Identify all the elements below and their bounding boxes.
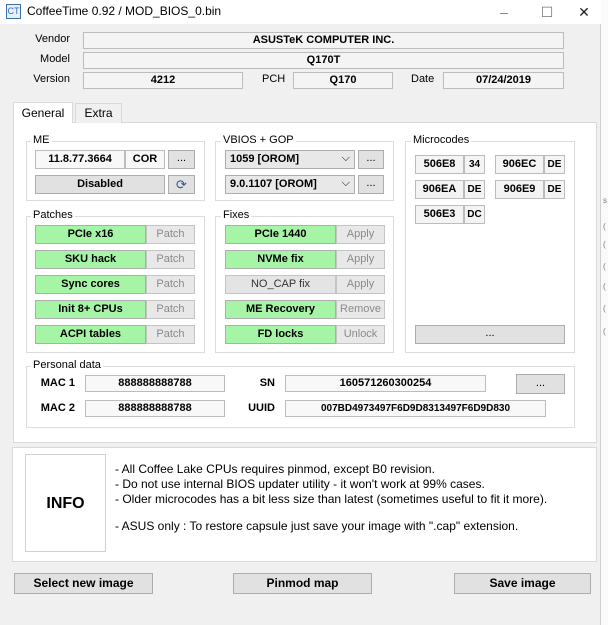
background-glyph: s <box>603 196 607 205</box>
background-glyph: ( <box>603 304 606 313</box>
model-label: Model <box>40 53 70 65</box>
patches-group-title: Patches <box>31 209 75 221</box>
fix-label: NO_CAP fix <box>225 275 336 294</box>
select-new-image-button[interactable]: Select new image <box>14 573 153 594</box>
personal-data-title: Personal data <box>31 359 103 371</box>
tab-general[interactable]: General <box>13 102 73 123</box>
gop-select-value: 9.0.1107 [OROM] <box>230 178 317 190</box>
microcode-id: 506E3 <box>415 205 464 224</box>
mac1-field[interactable]: 888888888788 <box>85 375 225 392</box>
chevron-down-icon: ⌵ <box>341 152 350 164</box>
date-label: Date <box>411 73 435 85</box>
sn-label: SN <box>259 377 275 389</box>
patch-label: Init 8+ CPUs <box>35 300 146 319</box>
fix-button[interactable]: Remove <box>336 300 385 319</box>
gop-select[interactable]: 9.0.1107 [OROM] ⌵ <box>225 175 355 194</box>
app-icon: CT <box>6 4 21 19</box>
patch-label: ACPI tables <box>35 325 146 344</box>
pinmod-map-button[interactable]: Pinmod map <box>233 573 372 594</box>
save-image-button[interactable]: Save image <box>454 573 591 594</box>
microcodes-more-button[interactable]: ... <box>415 325 565 344</box>
microcode-id: 906EA <box>415 180 464 199</box>
microcode-tag: DE <box>544 155 565 174</box>
fix-label: PCIe 1440 <box>225 225 336 244</box>
info-line: - All Coffee Lake CPUs requires pinmod, … <box>115 462 435 476</box>
vendor-field: ASUSTeK COMPUTER INC. <box>83 32 564 49</box>
chevron-down-icon: ⌵ <box>341 177 350 189</box>
fix-button[interactable]: Apply <box>336 250 385 269</box>
background-glyph: ( <box>603 282 606 291</box>
background-glyph: ( <box>603 240 606 249</box>
fix-button[interactable]: Unlock <box>336 325 385 344</box>
fix-label: ME Recovery <box>225 300 336 319</box>
mac2-field[interactable]: 888888888788 <box>85 400 225 417</box>
vbios-select-value: 1059 [OROM] <box>230 153 300 165</box>
fix-button[interactable]: Apply <box>336 225 385 244</box>
microcode-tag: 34 <box>464 155 485 174</box>
close-icon[interactable]: ✕ <box>566 0 602 24</box>
fix-label: FD locks <box>225 325 336 344</box>
sn-field[interactable]: 160571260300254 <box>285 375 486 392</box>
me-group-title: ME <box>31 134 52 146</box>
microcode-tag: DE <box>464 180 485 199</box>
info-label: INFO <box>25 454 106 552</box>
pch-label: PCH <box>262 73 286 85</box>
info-line: - ASUS only : To restore capsule just sa… <box>115 519 519 533</box>
me-more-button[interactable]: ... <box>168 150 195 169</box>
refresh-icon[interactable]: ⟳ <box>168 175 195 194</box>
window-title: CoffeeTime 0.92 / MOD_BIOS_0.bin <box>27 4 222 18</box>
patch-label: PCIe x16 <box>35 225 146 244</box>
microcode-id: 506E8 <box>415 155 464 174</box>
version-label: Version <box>33 73 70 85</box>
minimize-icon[interactable]: – <box>486 0 522 24</box>
vbios-more-button[interactable]: ... <box>358 150 384 169</box>
fix-button[interactable]: Apply <box>336 275 385 294</box>
microcode-id: 906E9 <box>495 180 544 199</box>
microcode-tag: DE <box>544 180 565 199</box>
vbios-select[interactable]: 1059 [OROM] ⌵ <box>225 150 355 169</box>
version-field: 4212 <box>83 72 243 89</box>
info-line: - Do not use internal BIOS updater utili… <box>115 477 485 491</box>
vendor-label: Vendor <box>35 33 70 45</box>
background-glyph: ( <box>603 222 606 231</box>
info-line: - Older microcodes has a bit less size t… <box>115 492 548 506</box>
gop-more-button[interactable]: ... <box>358 175 384 194</box>
patch-button[interactable]: Patch <box>146 250 195 269</box>
microcodes-group-title: Microcodes <box>411 134 472 146</box>
fixes-group-title: Fixes <box>221 209 252 221</box>
microcode-tag: DC <box>464 205 485 224</box>
me-type-field: COR <box>125 150 165 169</box>
maximize-icon[interactable]: ☐ <box>529 0 565 24</box>
background-glyph: ( <box>603 262 606 271</box>
background-glyph: ( <box>603 327 606 336</box>
patch-label: Sync cores <box>35 275 146 294</box>
patch-button[interactable]: Patch <box>146 325 195 344</box>
patch-label: SKU hack <box>35 250 146 269</box>
tab-extra[interactable]: Extra <box>75 103 122 123</box>
uuid-field[interactable]: 007BD4973497F6D9D8313497F6D9D830 <box>285 400 546 417</box>
me-status-button[interactable]: Disabled <box>35 175 165 194</box>
me-version-field: 11.8.77.3664 <box>35 150 125 169</box>
date-field: 07/24/2019 <box>443 72 564 89</box>
mac1-label: MAC 1 <box>40 377 75 389</box>
personal-more-button[interactable]: ... <box>516 374 565 394</box>
patch-button[interactable]: Patch <box>146 300 195 319</box>
pch-field: Q170 <box>293 72 393 89</box>
model-field: Q170T <box>83 52 564 69</box>
patch-button[interactable]: Patch <box>146 275 195 294</box>
vbios-group-title: VBIOS + GOP <box>221 134 296 146</box>
fix-label: NVMe fix <box>225 250 336 269</box>
uuid-label: UUID <box>248 402 275 414</box>
patch-button[interactable]: Patch <box>146 225 195 244</box>
mac2-label: MAC 2 <box>40 402 75 414</box>
microcode-id: 906EC <box>495 155 544 174</box>
